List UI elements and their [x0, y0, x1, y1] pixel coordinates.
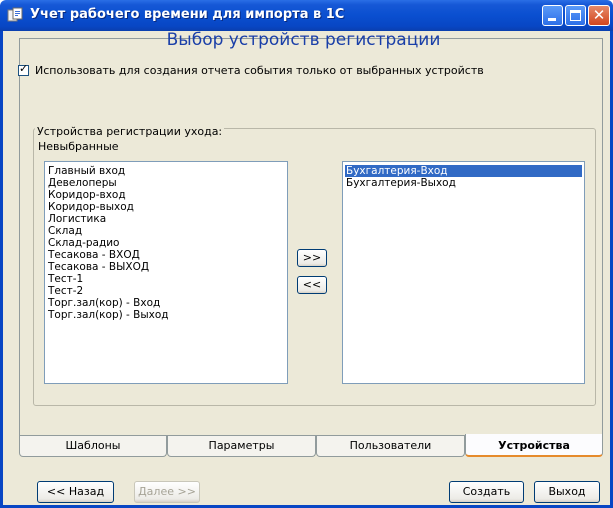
checkmark-icon: ✓ [19, 62, 29, 75]
unselected-device-item[interactable]: Склад-радио [47, 237, 285, 249]
back-button[interactable]: << Назад [37, 481, 114, 503]
exit-button[interactable]: Выход [534, 481, 600, 503]
unselected-device-item[interactable]: Коридор-вход [47, 189, 285, 201]
selected-devices-list[interactable]: Бухгалтерия-Вход Бухгалтерия-Выход [342, 161, 585, 384]
tab-parameters[interactable]: Параметры [167, 436, 316, 457]
remove-device-button[interactable]: << [297, 276, 327, 294]
unselected-device-item[interactable]: Тесакова - ВХОД [47, 249, 285, 261]
unselected-device-item[interactable]: Логистика [47, 213, 285, 225]
selected-device-item[interactable]: Бухгалтерия-Вход [345, 165, 582, 177]
unselected-device-item[interactable]: Коридор-выход [47, 201, 285, 213]
app-icon [7, 7, 23, 22]
unselected-device-item[interactable]: Главный вход [47, 165, 285, 177]
unselected-devices-list[interactable]: Главный вход Девелоперы Коридор-вход Кор… [44, 161, 288, 384]
tab-devices[interactable]: Устройства [465, 434, 603, 457]
unselected-device-item[interactable]: Торг.зал(кор) - Вход [47, 297, 285, 309]
close-button[interactable]: ✕ [588, 5, 610, 26]
tab-users[interactable]: Пользователи [316, 436, 465, 457]
exit-devices-group-label: Устройства регистрации ухода: [35, 125, 225, 138]
only-selected-devices-option[interactable]: ✓ Использовать для создания отчета событи… [18, 62, 484, 77]
unselected-device-item[interactable]: Тест-1 [47, 273, 285, 285]
tab-templates[interactable]: Шаблоны [19, 436, 167, 457]
maximize-button[interactable] [565, 5, 586, 26]
title-bar[interactable]: Учет рабочего времени для импорта в 1С ✕ [0, 0, 613, 31]
selected-device-item[interactable]: Бухгалтерия-Выход [345, 177, 582, 189]
create-button[interactable]: Создать [449, 481, 524, 503]
unselected-device-item[interactable]: Девелоперы [47, 177, 285, 189]
unselected-device-item[interactable]: Тест-2 [47, 285, 285, 297]
maximize-icon [570, 10, 581, 21]
unselected-device-item[interactable]: Склад [47, 225, 285, 237]
only-selected-devices-label[interactable]: Использовать для создания отчета события… [35, 64, 484, 77]
page-title: Выбор устройств регистрации [166, 30, 441, 50]
only-selected-devices-checkbox[interactable]: ✓ [18, 62, 29, 76]
next-button[interactable]: Далее >> [134, 481, 200, 503]
window-title: Учет рабочего времени для импорта в 1С [30, 7, 345, 22]
unselected-device-item[interactable]: Торг.зал(кор) - Выход [47, 309, 285, 321]
minimize-icon [548, 18, 556, 21]
minimize-button[interactable] [542, 5, 563, 26]
unselected-device-item[interactable]: Тесакова - ВЫХОД [47, 261, 285, 273]
add-device-button[interactable]: >> [297, 249, 327, 267]
close-icon: ✕ [592, 6, 606, 24]
unselected-devices-label: Невыбранные [38, 140, 119, 153]
